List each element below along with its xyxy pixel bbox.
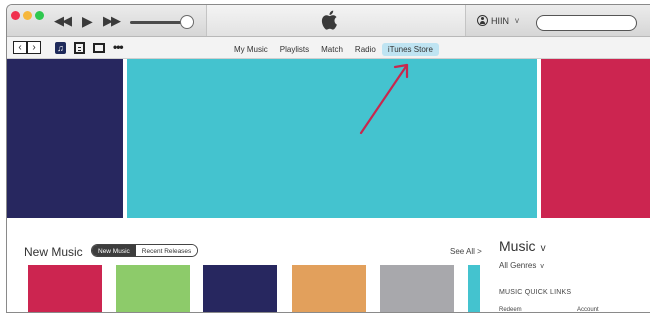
annotation-arrow (359, 63, 409, 135)
title-bar: ◀◀ ▶ ▶▶ HIIN v (7, 5, 650, 37)
genres-dropdown[interactable]: All Genres v (499, 261, 544, 270)
maximize-window-button[interactable] (35, 11, 44, 20)
account-link[interactable]: Account (577, 307, 599, 312)
itunes-window: ◀◀ ▶ ▶▶ HIIN v ‹ › ♫ ••• My Music Playli… (6, 4, 650, 313)
account-menu[interactable]: HIIN v (477, 15, 519, 26)
hero-banner-right[interactable] (541, 59, 650, 218)
account-name: HIIN (491, 15, 509, 26)
next-track-button[interactable]: ▶▶ (103, 14, 121, 27)
annotation-arrow-shaft (359, 63, 409, 135)
segment-new-music[interactable]: New Music (92, 245, 136, 256)
volume-slider-track[interactable] (130, 21, 186, 24)
apple-icon (321, 10, 337, 30)
genres-label: All Genres (499, 261, 537, 270)
play-button[interactable]: ▶ (82, 14, 93, 28)
back-button[interactable]: ‹ (13, 41, 27, 54)
chevron-down-icon: v (540, 263, 544, 270)
tab-playlists[interactable]: Playlists (274, 43, 315, 56)
tv-icon[interactable] (93, 43, 105, 53)
film-icon[interactable] (74, 42, 85, 54)
album-tile[interactable] (380, 265, 454, 312)
chevron-down-icon: v (540, 243, 546, 254)
tab-itunes-store[interactable]: iTunes Store (381, 43, 439, 56)
search-input[interactable] (536, 15, 637, 31)
quick-links-heading: MUSIC QUICK LINKS (499, 289, 572, 296)
user-icon (477, 15, 488, 26)
see-all-link[interactable]: See All > (450, 247, 482, 256)
previous-track-button[interactable]: ◀◀ (54, 14, 72, 27)
album-tile[interactable] (468, 265, 480, 312)
album-tile[interactable] (116, 265, 190, 312)
section-tabs: My Music Playlists Match Radio iTunes St… (228, 43, 439, 56)
tab-my-music[interactable]: My Music (228, 43, 274, 56)
volume-slider-knob[interactable] (180, 15, 194, 29)
tab-radio[interactable]: Radio (349, 43, 382, 56)
hero-banner-center[interactable] (127, 59, 537, 218)
close-window-button[interactable] (11, 11, 20, 20)
segment-recent-releases[interactable]: Recent Releases (135, 245, 198, 256)
more-icon[interactable]: ••• (113, 40, 124, 54)
album-tile[interactable] (292, 265, 366, 312)
music-icon[interactable]: ♫ (55, 42, 66, 54)
music-category-label: Music (499, 238, 536, 254)
new-music-title: New Music (24, 245, 83, 259)
music-category-dropdown[interactable]: Music v (499, 238, 546, 254)
minimize-window-button[interactable] (23, 11, 32, 20)
forward-button[interactable]: › (27, 41, 41, 54)
album-tile[interactable] (28, 265, 102, 312)
nav-bar: ‹ › ♫ ••• My Music Playlists Match Radio… (7, 37, 650, 59)
redeem-link[interactable]: Redeem (499, 307, 522, 312)
account-caret: v (515, 16, 519, 25)
album-tile[interactable] (203, 265, 277, 312)
hero-banner-left[interactable] (7, 59, 123, 218)
tab-match[interactable]: Match (315, 43, 349, 56)
new-music-segmented-control: New Music Recent Releases (91, 244, 199, 257)
